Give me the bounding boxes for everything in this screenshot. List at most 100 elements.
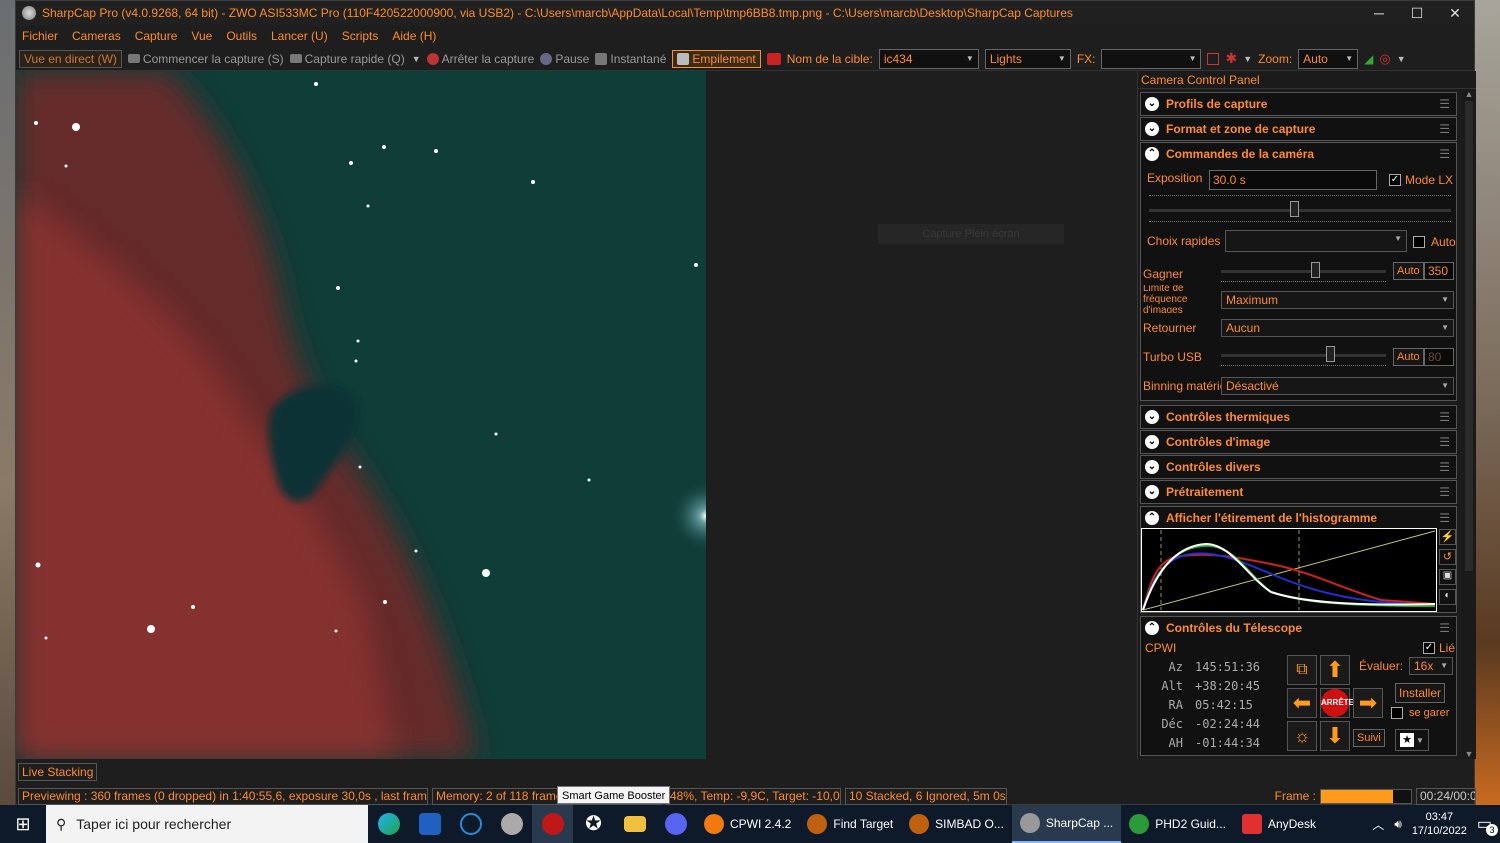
rate-select[interactable]: 16x ▼ — [1409, 657, 1453, 675]
bookmark-button[interactable]: ★ ▼ — [1395, 729, 1429, 751]
fullscreen-hint[interactable]: Capture Plein écran — [878, 224, 1064, 244]
hamburger-menu-icon[interactable]: ☰ — [1439, 122, 1450, 136]
chevron-down-icon[interactable]: ▼ — [412, 54, 421, 64]
menu-cameras[interactable]: Cameras — [72, 29, 121, 43]
section-preprocessing[interactable]: ⌄ Prétraitement ☰ — [1140, 480, 1457, 504]
stop-button[interactable]: ARRÊTE — [1320, 688, 1354, 718]
stacking-button[interactable]: Empilement — [672, 49, 761, 68]
image-viewer[interactable] — [16, 71, 706, 759]
hamburger-menu-icon[interactable]: ☰ — [1439, 460, 1450, 474]
quick-capture-button[interactable]: Capture rapide (Q) ▼ — [289, 52, 421, 66]
volume-icon[interactable]: 🔊︎ — [1394, 817, 1402, 832]
clock[interactable]: 03:47 17/10/2022 — [1412, 810, 1467, 838]
chevron-down-icon[interactable]: ⌄ — [1145, 485, 1159, 499]
fx-select[interactable]: ▼ — [1101, 48, 1202, 69]
exposure-slider-track[interactable] — [1149, 209, 1451, 212]
section-thermal[interactable]: ⌄ Contrôles thermiques ☰ — [1140, 405, 1457, 429]
notifications-icon[interactable]: ▭ 3 — [1477, 814, 1498, 836]
lx-mode-checkbox[interactable]: ✓ — [1389, 174, 1401, 186]
start-capture-button[interactable]: Commencer la capture (S) — [127, 52, 284, 66]
taskbar-app-cpwi[interactable]: CPWI 2.4.2 — [696, 805, 799, 843]
hamburger-menu-icon[interactable]: ☰ — [1439, 485, 1450, 499]
menu-aide[interactable]: Aide (H) — [392, 29, 436, 43]
quick-picks-auto-checkbox[interactable] — [1413, 236, 1425, 248]
chevron-down-icon[interactable]: ⌄ — [1145, 410, 1159, 424]
contrast-icon[interactable]: ◐ — [1439, 589, 1456, 605]
chevron-up-icon[interactable]: ⌃ — [1145, 147, 1159, 161]
focus-icon[interactable]: ◎ — [1379, 51, 1390, 67]
hamburger-menu-icon[interactable]: ☰ — [1439, 97, 1450, 111]
pause-button[interactable]: Pause — [540, 52, 589, 66]
chevron-up-icon[interactable]: ⌃ — [1145, 621, 1159, 635]
live-stacking-tab[interactable]: Live Stacking — [18, 763, 98, 781]
reset-icon[interactable]: ↺ — [1439, 549, 1456, 565]
grid-icon[interactable]: ✱ — [1225, 50, 1237, 67]
app-icon[interactable] — [491, 805, 532, 843]
section-format[interactable]: ⌄ Format et zone de capture ☰ — [1140, 117, 1457, 141]
move-south-button[interactable]: ⬇ — [1320, 721, 1350, 751]
menu-capture[interactable]: Capture — [135, 29, 178, 43]
quick-picks-select[interactable]: ▼ — [1225, 230, 1407, 252]
chevron-up-icon[interactable]: ⌃ — [1145, 511, 1159, 525]
gain-slider-track[interactable] — [1221, 270, 1386, 273]
binning-select[interactable]: Désactivé ▼ — [1221, 377, 1454, 395]
framerate-select[interactable]: Maximum ▼ — [1221, 291, 1454, 309]
hamburger-menu-icon[interactable]: ☰ — [1439, 621, 1450, 635]
windows-start-icon[interactable]: ⊞ — [0, 814, 46, 835]
histogram-icon[interactable]: ◢ — [1364, 52, 1373, 66]
reticle-icon[interactable] — [1207, 52, 1220, 65]
chevron-down-icon[interactable]: ⌄ — [1145, 97, 1159, 111]
track-button[interactable]: Suivi — [1353, 729, 1385, 747]
scroll-thumb[interactable] — [1465, 101, 1473, 571]
histogram-plot[interactable] — [1141, 528, 1437, 612]
panel-scrollbar[interactable]: ▲ ▼ — [1462, 89, 1476, 759]
park-checkbox[interactable] — [1391, 707, 1403, 719]
frame-type-select[interactable]: Lights ▼ — [984, 48, 1071, 69]
auto-stretch-icon[interactable]: ⚡ — [1439, 529, 1456, 545]
hamburger-menu-icon[interactable]: ☰ — [1439, 435, 1450, 449]
gain-auto-button[interactable]: Auto — [1393, 262, 1424, 280]
snapshot-button[interactable]: Instantané — [595, 52, 666, 66]
exposure-slider-thumb[interactable] — [1289, 201, 1299, 217]
turbo-slider-thumb[interactable] — [1325, 346, 1335, 362]
zoom-select[interactable]: Auto ▼ — [1298, 48, 1359, 69]
chevron-down-icon[interactable]: ▼ — [1397, 54, 1406, 64]
smart-game-booster-icon[interactable] — [532, 805, 573, 843]
goto-icon[interactable]: ⧉ — [1287, 655, 1317, 685]
maximize-button[interactable]: ☐ — [1398, 5, 1436, 22]
discord-icon[interactable] — [655, 805, 696, 843]
gain-slider-thumb[interactable] — [1311, 262, 1321, 278]
turbo-value-input[interactable]: 80 — [1424, 348, 1454, 366]
stellarium-icon[interactable] — [409, 805, 450, 843]
taskbar-search[interactable]: ⚲ Taper ici pour rechercher — [46, 805, 368, 843]
taskbar-app-phd2[interactable]: PHD2 Guid... — [1121, 805, 1234, 843]
menu-lancer[interactable]: Lancer (U) — [271, 29, 328, 43]
taskbar-app-anydesk[interactable]: AnyDesk — [1234, 805, 1324, 843]
scroll-up-icon[interactable]: ▲ — [1462, 89, 1476, 99]
taskbar-app-sharpcap[interactable]: SharpCap ... — [1011, 805, 1122, 843]
chevron-down-icon[interactable]: ⌄ — [1145, 122, 1159, 136]
section-misc[interactable]: ⌄ Contrôles divers ☰ — [1140, 455, 1457, 479]
taskbar-app-simbad[interactable]: SIMBAD O... — [901, 805, 1012, 843]
file-explorer-icon[interactable] — [614, 805, 655, 843]
edge-icon[interactable] — [368, 805, 409, 843]
flip-select[interactable]: Aucun ▼ — [1221, 319, 1454, 337]
install-button[interactable]: Installer — [1395, 683, 1446, 703]
linked-checkbox[interactable]: ✓ — [1423, 642, 1435, 654]
menu-outils[interactable]: Outils — [226, 29, 257, 43]
move-north-button[interactable]: ⬆ — [1320, 655, 1350, 685]
move-west-button[interactable]: ⬅ — [1287, 688, 1317, 718]
hamburger-menu-icon[interactable]: ☰ — [1439, 410, 1450, 424]
hamburger-menu-icon[interactable]: ☰ — [1439, 511, 1450, 525]
hamburger-menu-icon[interactable]: ☰ — [1439, 147, 1450, 161]
turbo-auto-button[interactable]: Auto — [1393, 348, 1424, 366]
menu-scripts[interactable]: Scripts — [342, 29, 379, 43]
save-icon[interactable]: ▣ — [1439, 569, 1456, 585]
target-name-input[interactable]: ic434 ▼ — [878, 48, 979, 69]
close-button[interactable]: ✕ — [1436, 5, 1474, 22]
section-capture-profiles[interactable]: ⌄ Profils de capture ☰ — [1140, 92, 1457, 116]
taskbar-app-find-target[interactable]: Find Target — [799, 805, 901, 843]
menu-fichier[interactable]: Fichier — [22, 29, 58, 43]
menu-vue[interactable]: Vue — [191, 29, 212, 43]
turbo-slider-track[interactable] — [1221, 354, 1386, 357]
